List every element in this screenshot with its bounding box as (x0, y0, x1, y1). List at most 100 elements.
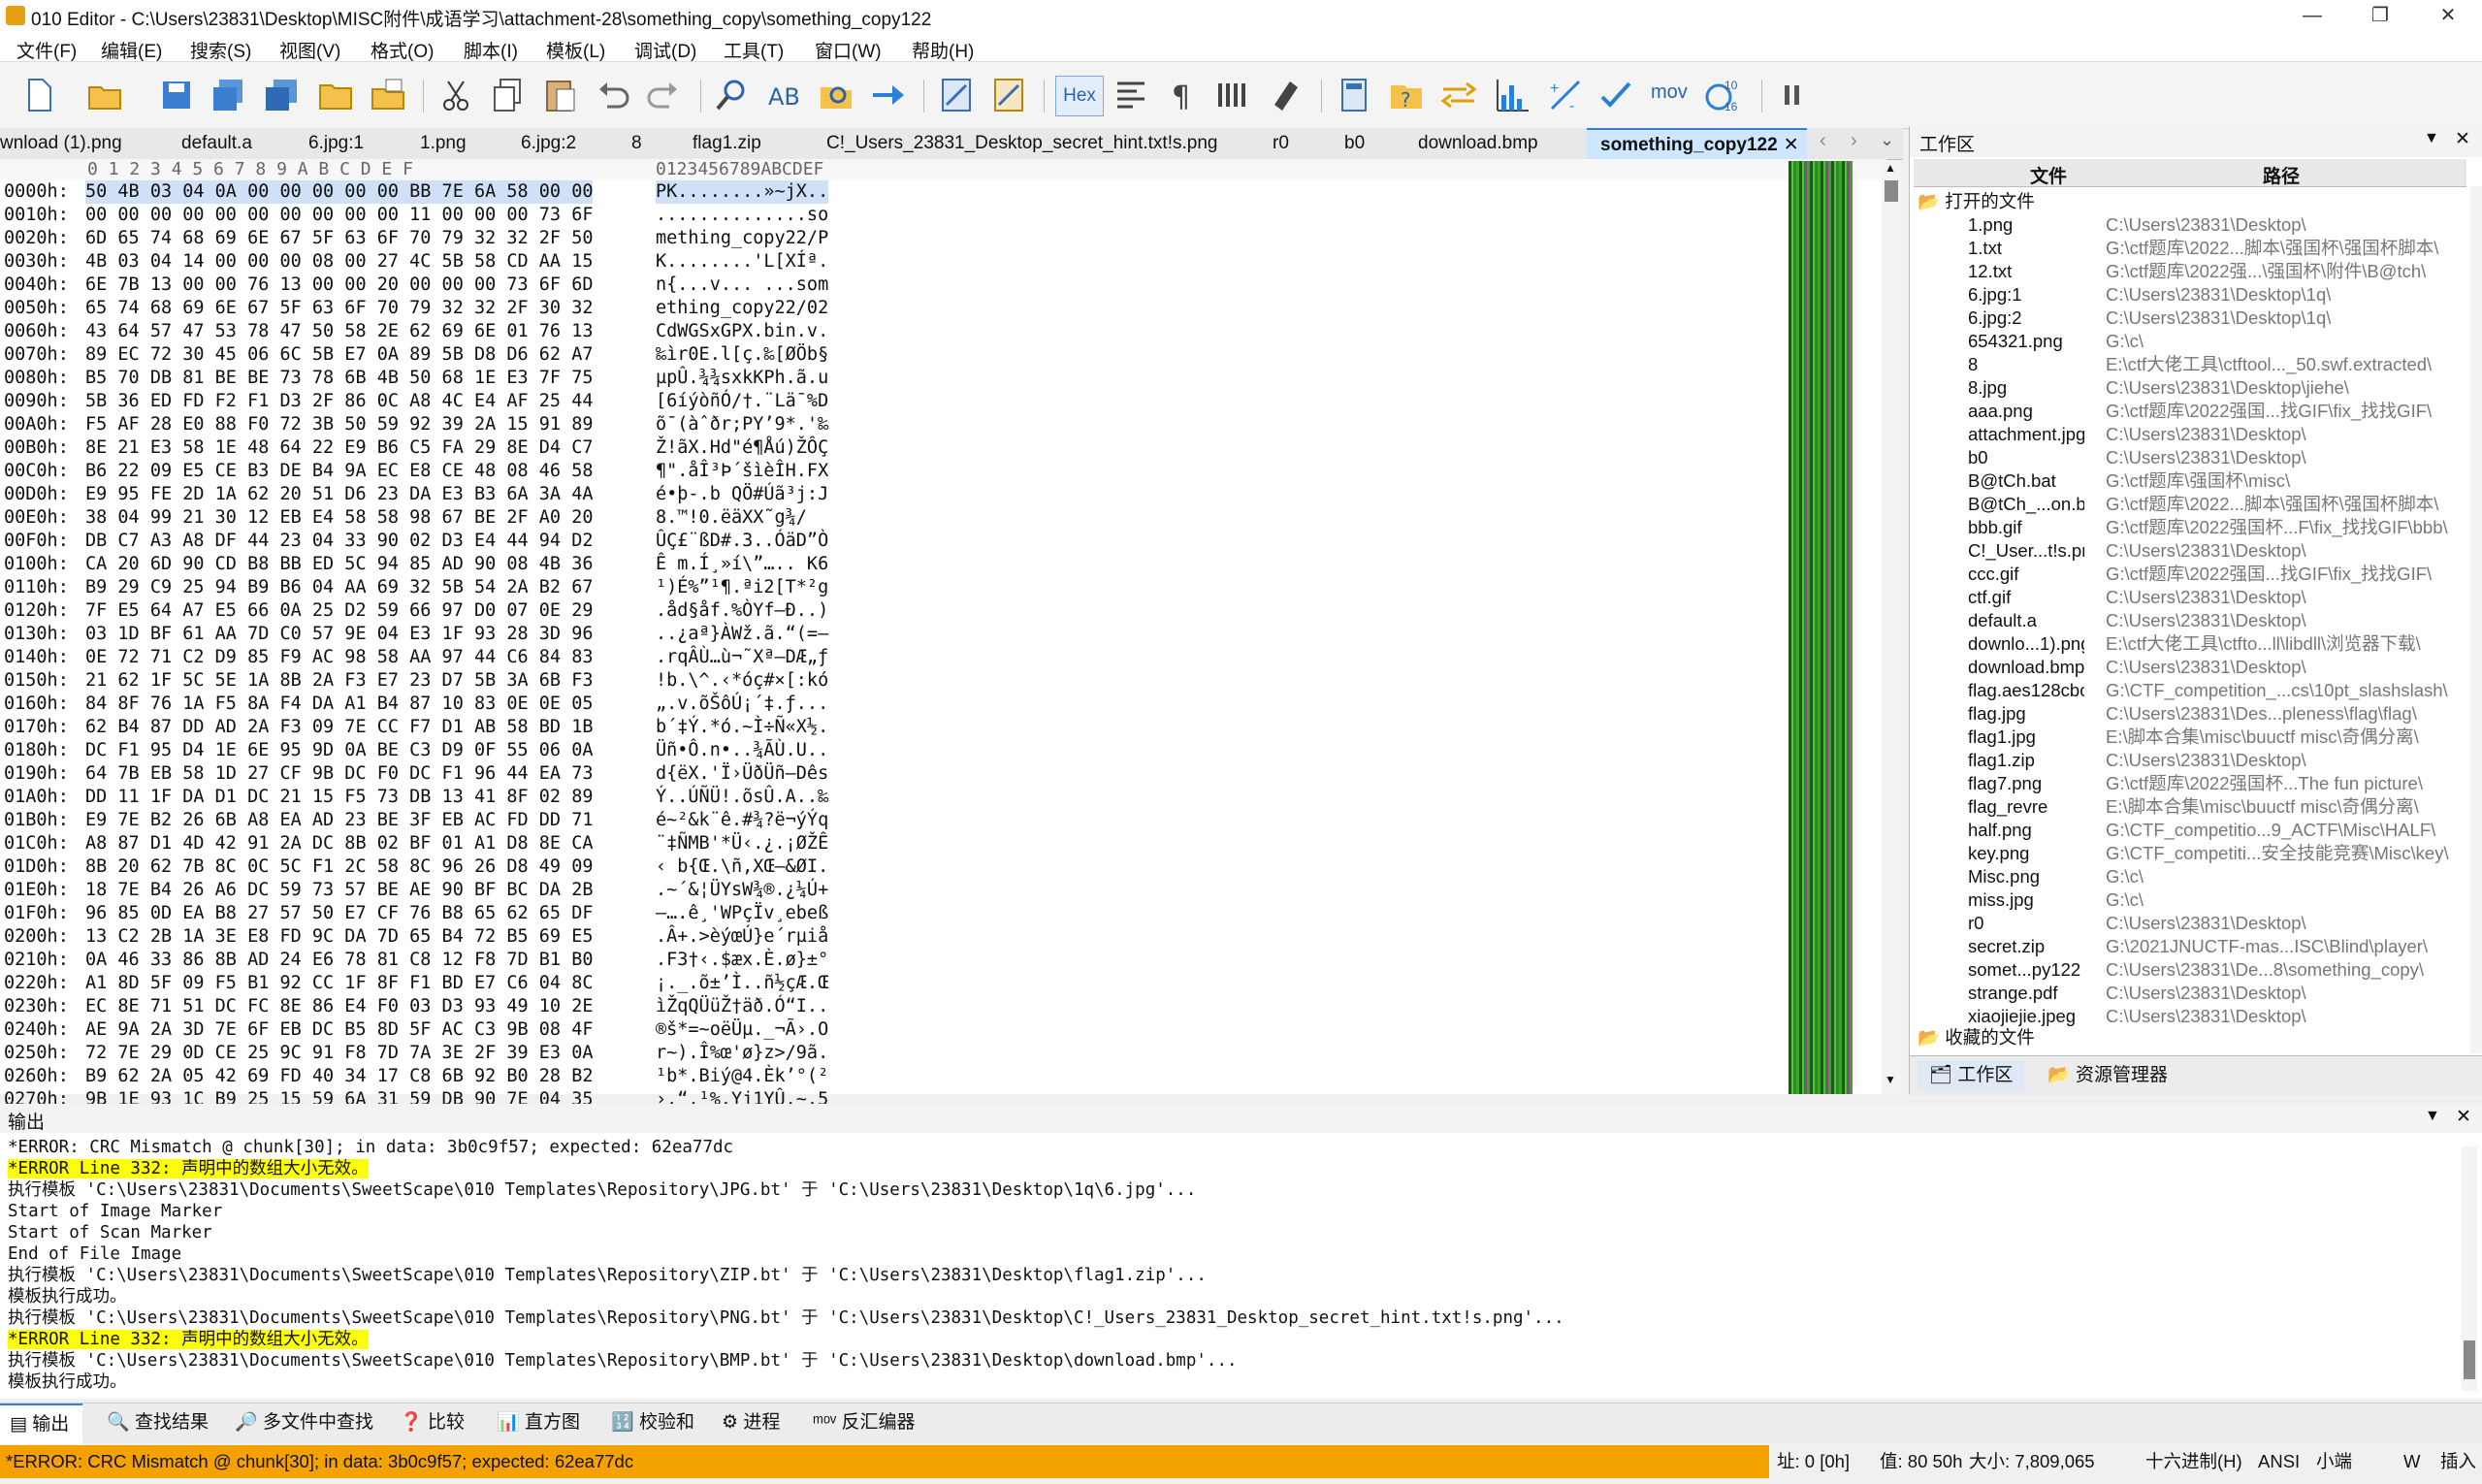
row-ascii[interactable]: CdWGSxGPX.bin.v. (656, 320, 828, 343)
tab-download-bmp[interactable]: download.bmp (1418, 128, 1538, 159)
row-ascii[interactable]: ..............so (656, 204, 828, 227)
menu-search[interactable]: 搜索(S) (190, 37, 251, 63)
row-ascii[interactable]: .F3†‹.$æx.È.ø}±° (656, 949, 828, 972)
workspace-file-item[interactable]: miss.jpg G:\c\ (1910, 888, 2468, 912)
row-ascii[interactable]: ¹b*.Biý@4.Èk’°(² (656, 1065, 828, 1088)
row-ascii[interactable]: .rqÂÙ…ù¬˜Xª—DÆ„ƒ (656, 646, 828, 669)
workspace-file-item[interactable]: default.a C:\Users\23831\Desktop\ (1910, 609, 2468, 632)
row-ascii[interactable]: Ý..ÚÑÜ!.õsÛ.A..‰ (656, 786, 828, 809)
highlight-icon[interactable] (1267, 76, 1305, 114)
row-ascii[interactable]: ìŽqQÜüŽ†äð.Ó“I.. (656, 995, 828, 1018)
tab-find-results[interactable]: 🔍 查找结果 (107, 1403, 209, 1442)
row-hex-bytes[interactable]: 43 64 57 47 53 78 47 50 58 2E 62 69 6E 0… (85, 320, 593, 343)
row-ascii[interactable]: .Â+.>èýœÚ}e´rµiå (656, 925, 828, 949)
output-scrollbar[interactable] (2462, 1146, 2477, 1391)
row-hex-bytes[interactable]: 7F E5 64 A7 E5 66 0A 25 D2 59 66 97 D0 0… (85, 599, 593, 623)
workspace-icon[interactable] (369, 76, 407, 114)
show-whitespace-icon[interactable]: ¶ (1164, 76, 1203, 114)
row-hex-bytes[interactable]: E9 95 FE 2D 1A 62 20 51 D6 23 DA E3 B3 6… (85, 483, 593, 506)
workspace-file-item[interactable]: strange.pdf C:\Users\23831\Desktop\ (1910, 982, 2468, 1005)
row-hex-bytes[interactable]: 96 85 0D EA B8 27 57 50 E7 CF 76 B8 65 6… (85, 902, 593, 925)
output-close-icon[interactable]: ✕ (2456, 1106, 2471, 1128)
tab-6-jpg-2[interactable]: 6.jpg:2 (521, 128, 576, 159)
workspace-file-item[interactable]: 6.jpg:1 C:\Users\23831\Desktop\1q\ (1910, 283, 2468, 306)
row-hex-bytes[interactable]: 0E 72 71 C2 D9 85 F9 AC 98 58 AA 97 44 C… (85, 646, 593, 669)
hex-mode-button[interactable]: Hex (1055, 76, 1104, 116)
run-template-icon[interactable] (989, 76, 1028, 114)
scrollbar-thumb[interactable] (1885, 180, 1898, 202)
tab-histogram[interactable]: 📊 直方图 (497, 1403, 580, 1442)
row-ascii[interactable]: Ž!ãX.Hd"é¶Åú)ŽÔÇ (656, 436, 828, 460)
workspace-file-item[interactable]: 6.jpg:2 C:\Users\23831\Desktop\1q\ (1910, 306, 2468, 330)
row-ascii[interactable]: Ê m.Í¸»í\”….. K6 (656, 553, 828, 576)
workspace-file-item[interactable]: flag_revre E:\脚本合集\misc\buuctf misc\奇偶分离\ (1910, 795, 2468, 819)
row-ascii[interactable]: ..¿aª}ÀWž.ã.“(=– (656, 623, 828, 646)
scroll-down-icon[interactable]: ▼ (1885, 1073, 1896, 1086)
row-hex-bytes[interactable]: 65 74 68 69 6E 67 5F 63 6F 70 79 32 32 2… (85, 297, 593, 320)
panel-menu-icon[interactable]: ▼ (2424, 130, 2439, 147)
row-hex-bytes[interactable]: 72 7E 29 0D CE 25 9C 91 F8 7D 7A 3E 2F 3… (85, 1042, 593, 1065)
status-encoding[interactable]: ANSI (2258, 1445, 2300, 1478)
tab-something-copy122[interactable]: something_copy122 ✕ (1587, 128, 1807, 161)
row-hex-bytes[interactable]: 62 B4 87 DD AD 2A F3 09 7E CC F7 D1 AB 5… (85, 716, 593, 739)
row-hex-bytes[interactable]: B6 22 09 E5 CE B3 DE B4 9A EC E8 CE 48 0… (85, 460, 593, 483)
column-path[interactable]: 路径 (2263, 162, 2300, 188)
row-ascii[interactable]: 8.™!0.ëäXX˜g¾/ (656, 506, 828, 530)
tab-scroll-right-icon[interactable]: › (1851, 130, 1857, 152)
row-ascii[interactable]: .åd§åf.%ÒYf—Ð..) (656, 599, 828, 623)
menu-window[interactable]: 窗口(W) (815, 37, 882, 63)
new-file-icon[interactable] (19, 76, 58, 114)
histogram-icon[interactable] (1494, 76, 1532, 114)
tab-output[interactable]: ▤ 输出 (0, 1403, 83, 1444)
goto-icon[interactable] (869, 76, 908, 114)
row-hex-bytes[interactable]: 84 8F 76 1A F5 8A F4 DA A1 B4 87 10 83 0… (85, 693, 593, 716)
row-hex-bytes[interactable]: 00 00 00 00 00 00 00 00 00 00 11 00 00 0… (85, 204, 593, 227)
row-ascii[interactable]: b´‡Ý.*ó.~Ì÷Ñ«X½. (656, 716, 828, 739)
menu-tools[interactable]: 工具(T) (724, 37, 784, 63)
tab-r0[interactable]: r0 (1273, 128, 1289, 159)
row-hex-bytes[interactable]: 21 62 1F 5C 5E 1A 8B 2A F3 E7 23 D7 5B 3… (85, 669, 593, 693)
find-in-files-icon[interactable] (817, 76, 855, 114)
copy-icon[interactable] (489, 76, 528, 114)
workspace-file-item[interactable]: flag1.zip C:\Users\23831\Desktop\ (1910, 749, 2468, 772)
row-hex-bytes[interactable]: A1 8D 5F 09 F5 B1 92 CC 1F 8F F1 BD E7 C… (85, 972, 593, 995)
row-ascii[interactable]: K........'L[XÍª. (656, 250, 828, 274)
row-hex-bytes[interactable]: A8 87 D1 4D 42 91 2A DC 8B 02 BF 01 A1 D… (85, 832, 593, 855)
tab-secret-hint-png[interactable]: C!_Users_23831_Desktop_secret_hint.txt!s… (826, 128, 1217, 159)
workspace-scrollbar[interactable] (2470, 186, 2482, 1053)
row-ascii[interactable]: Üñ•Ô.n•..¾ÃÙ.U.. (656, 739, 828, 762)
workspace-file-item[interactable]: 8 E:\ctf大佬工具\ctftool..._50.swf.extracted\ (1910, 353, 2468, 376)
row-ascii[interactable]: õ¯(àˆðr;PY’9*.'‰ (656, 413, 828, 436)
checksum-icon[interactable] (1598, 76, 1637, 114)
row-hex-bytes[interactable]: 03 1D BF 61 AA 7D C0 57 9E 04 E3 1F 93 2… (85, 623, 593, 646)
menu-edit[interactable]: 编辑(E) (101, 37, 162, 63)
save-icon[interactable] (157, 76, 196, 114)
tab-explorer[interactable]: 📂 资源管理器 (2036, 1060, 2179, 1091)
workspace-file-item[interactable]: 12.txt G:\ctf题库\2022强...\强国杯\附件\B@tch\ (1910, 260, 2468, 283)
workspace-file-item[interactable]: attachment.jpg C:\Users\23831\Desktop\ (1910, 423, 2468, 446)
workspace-file-item[interactable]: aaa.png G:\ctf题库\2022强国...找GIF\fix_找找GIF\ (1910, 400, 2468, 423)
row-hex-bytes[interactable]: 8E 21 E3 58 1E 48 64 22 E9 B6 C5 FA 29 8… (85, 436, 593, 460)
row-ascii[interactable]: ®š*=~oëÜµ._¬Ã›.O (656, 1018, 828, 1042)
row-hex-bytes[interactable]: 18 7E B4 26 A6 DC 59 73 57 BE AE 90 BF B… (85, 879, 593, 902)
workspace-file-item[interactable]: download.bmp C:\Users\23831\Desktop\ (1910, 656, 2468, 679)
menu-debug[interactable]: 调试(D) (634, 37, 696, 63)
hex-editor[interactable]: 0 1 2 3 4 5 6 7 8 9 A B C D E F 01234567… (0, 159, 1886, 1179)
row-ascii[interactable]: é•þ-.b QÖ#Úã³j:J (656, 483, 828, 506)
row-ascii[interactable]: mething_copy22/P (656, 227, 828, 250)
row-ascii[interactable]: –….ê¸'WPçÏv¸ebeß (656, 902, 828, 925)
workspace-file-item[interactable]: flag.aes128cbc G:\CTF_competition_...cs\1… (1910, 679, 2468, 702)
workspace-file-item[interactable]: B@tCh_...on.bat G:\ctf题库\2022...脚本\强国杯\强国… (1910, 493, 2468, 516)
row-ascii[interactable]: ¹)É%”¹¶.ªi2[T*²g (656, 576, 828, 599)
tab-list-icon[interactable]: ⌄ (1880, 130, 1894, 150)
tab-scroll-left-icon[interactable]: ‹ (1820, 130, 1826, 152)
paste-icon[interactable] (541, 76, 580, 114)
output-scroll-thumb[interactable] (2464, 1340, 2475, 1379)
column-file[interactable]: 文件 (2030, 162, 2067, 188)
maximize-button[interactable]: ❐ (2346, 0, 2414, 32)
row-ascii[interactable]: „.v.õŠôÚ¡´‡.ƒ... (656, 693, 828, 716)
row-hex-bytes[interactable]: 89 EC 72 30 45 06 6C 5B E7 0A 89 5B D8 D… (85, 343, 593, 367)
tab-compare[interactable]: ❓ 比较 (400, 1403, 465, 1442)
row-ascii[interactable]: r~).Î%œ'ø}z>/9ã. (656, 1042, 828, 1065)
workspace-file-item[interactable]: downlo...1).png E:\ctf大佬工具\ctfto...ll\lib… (1910, 632, 2468, 656)
